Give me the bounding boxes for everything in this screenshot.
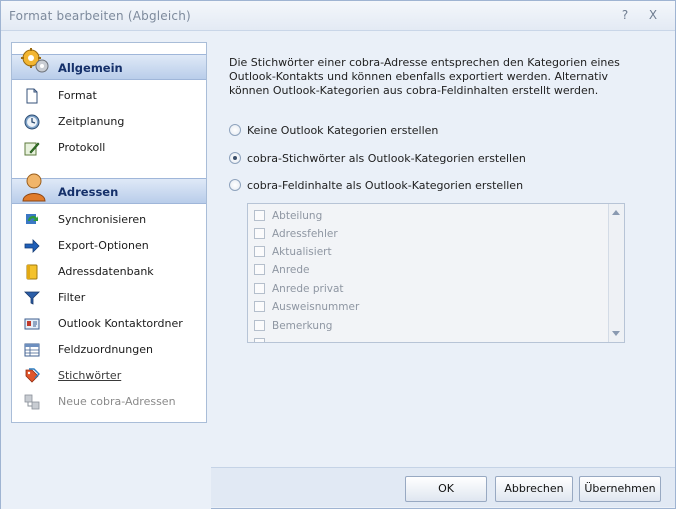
apply-button[interactable]: Übernehmen [579,476,661,502]
content-panel: Die Stichwörter einer cobra-Adresse ents… [211,42,675,462]
arrow-right-icon [24,239,40,253]
section-label-adressen: Adressen [58,185,119,199]
radio-button[interactable] [229,124,241,136]
sidebar-item-label: Protokoll [58,141,106,154]
contact-card-icon [24,318,40,330]
list-item-label: Aktualisiert [272,246,332,258]
checkbox[interactable] [254,210,265,221]
clock-icon [24,114,40,130]
sidebar-item-label: Zeitplanung [58,115,125,128]
sidebar-item-protokoll[interactable]: Protokoll [12,136,206,160]
database-icon [26,264,38,280]
tags-icon [25,368,40,383]
option-label: cobra-Feldinhalte als Outlook-Kategorien… [247,179,524,192]
checkbox[interactable] [254,246,265,257]
checkbox[interactable] [254,283,265,294]
radio-button[interactable] [229,179,241,191]
field-checklist[interactable]: Abteilung Adressfehler Aktualisiert Anre… [247,203,625,343]
list-item-label: Adressfehler [272,228,338,240]
scroll-up-icon[interactable] [612,210,620,215]
sidebar-item-format[interactable]: Format [12,84,206,108]
section-header-allgemein[interactable]: Allgemein [12,48,206,80]
sidebar-footer [1,426,211,509]
button-bar: OK Abbrechen Übernehmen [211,467,675,507]
sidebar-item-label: Feldzuordnungen [58,343,153,356]
section-header-adressen[interactable]: Adressen [12,173,206,204]
sidebar-item-label: Adressdatenbank [58,265,154,278]
sidebar-item-export-optionen[interactable]: Export-Optionen [12,234,206,258]
list-item-label: Ausweisnummer [272,301,360,313]
option-label: cobra-Stichwörter als Outlook-Kategorien… [247,152,526,165]
window-title: Format bearbeiten (Abgleich) [9,9,191,23]
ok-button[interactable]: OK [405,476,487,502]
list-item-label: Anrede privat [272,283,344,295]
sidebar-item-filter[interactable]: Filter [12,286,206,310]
sidebar-item-label: Filter [58,291,86,304]
title-bar: Format bearbeiten (Abgleich) ? X [1,1,675,31]
scroll-down-icon[interactable] [612,331,620,336]
filter-icon [24,291,40,305]
gears-icon [21,48,49,73]
close-button[interactable]: X [645,8,661,22]
help-button[interactable]: ? [617,8,633,22]
sidebar-item-synchronisieren[interactable]: Synchronisieren [12,208,206,232]
new-address-icon [24,394,40,410]
list-item-label: Bemerkung [272,320,333,332]
sidebar-item-neue-cobra-adressen: Neue cobra-Adressen [12,390,206,414]
sidebar-item-feldzuordnungen[interactable]: Feldzuordnungen [12,338,206,362]
description-text: Die Stichwörter einer cobra-Adresse ents… [229,56,620,97]
checkbox[interactable] [254,228,265,239]
sidebar-item-outlook-kontaktordner[interactable]: Outlook Kontaktordner [12,312,206,336]
list-item-label: Abteilung [272,210,323,222]
format-dialog: Format bearbeiten (Abgleich) ? X Allgeme… [0,0,676,509]
pen-icon [24,142,40,156]
checkbox[interactable] [254,338,265,342]
checkbox[interactable] [254,320,265,331]
person-icon [22,173,46,202]
table-icon [24,343,40,357]
sync-icon [26,214,38,224]
sidebar-item-label: Synchronisieren [58,213,147,226]
sidebar-item-adressdatenbank[interactable]: Adressdatenbank [12,260,206,284]
radio-button-checked[interactable] [229,152,241,164]
sidebar-item-zeitplanung[interactable]: Zeitplanung [12,110,206,134]
sidebar-item-label: Format [58,89,97,102]
sidebar-item-label: Neue cobra-Adressen [58,395,176,408]
checkbox[interactable] [254,301,265,312]
sidebar-item-label: Export-Optionen [58,239,149,252]
sidebar-item-label: Outlook Kontaktordner [58,317,183,330]
list-item-label: Anrede [272,264,310,276]
document-icon [26,88,38,104]
sidebar-item-stichwoerter[interactable]: Stichwörter [12,364,206,388]
section-label-allgemein: Allgemein [58,61,123,75]
cancel-button[interactable]: Abbrechen [495,476,573,502]
sidebar: Allgemein Format Zeitplanung Protokoll A… [11,42,207,423]
option-label: Keine Outlook Kategorien erstellen [247,124,439,137]
sidebar-item-label: Stichwörter [58,369,122,382]
checkbox[interactable] [254,264,265,275]
list-scrollbar[interactable] [608,204,624,342]
